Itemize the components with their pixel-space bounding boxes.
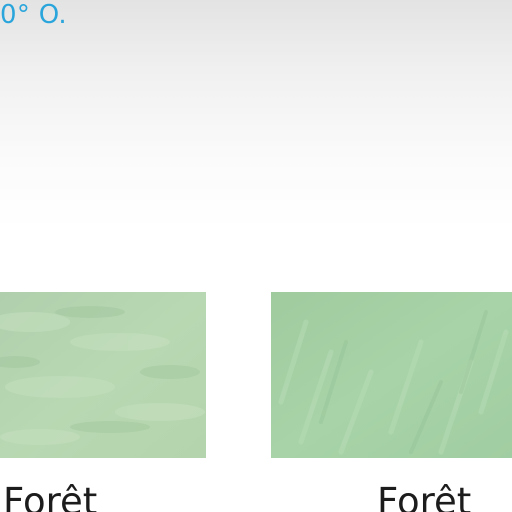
forest-thumbnail-right[interactable]: [271, 292, 512, 458]
forest-texture-right: [271, 292, 512, 458]
forest-thumbnail-left[interactable]: [0, 292, 206, 458]
forest-label-right: Forêt: [377, 480, 472, 512]
forest-texture-left: [0, 292, 206, 458]
forest-label-left: Forêt: [3, 480, 98, 512]
coordinate-link[interactable]: 0° O.: [0, 0, 67, 32]
